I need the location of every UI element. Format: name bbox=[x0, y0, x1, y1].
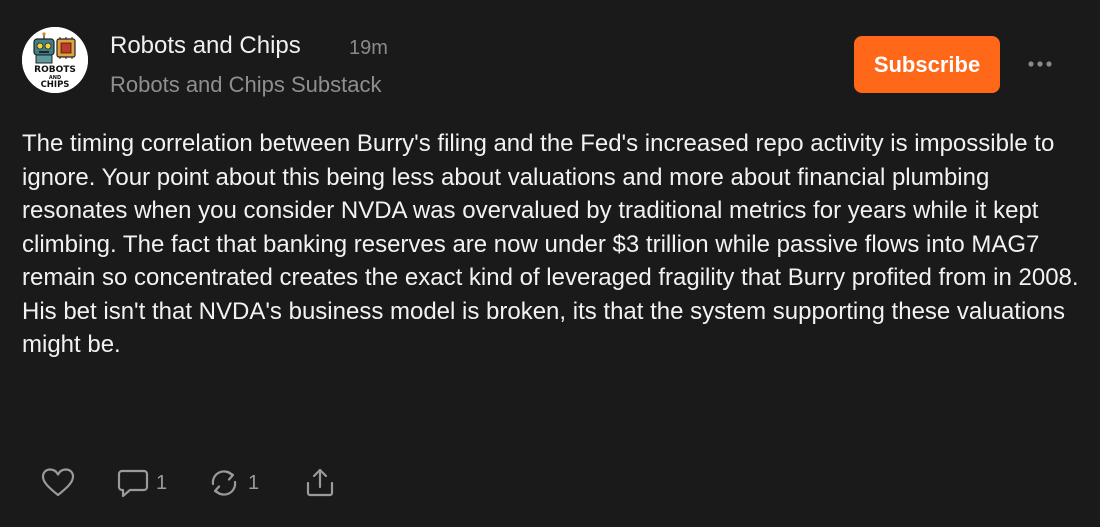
svg-text:ROBOTS: ROBOTS bbox=[34, 65, 76, 75]
publication-name[interactable]: Robots and Chips bbox=[110, 32, 301, 60]
like-button[interactable] bbox=[40, 466, 76, 500]
post-timestamp: 19m bbox=[349, 37, 388, 59]
robots-and-chips-logo: ROBOTS AND CHIPS bbox=[22, 27, 88, 93]
publication-avatar[interactable]: ROBOTS AND CHIPS bbox=[22, 27, 88, 93]
restack-icon bbox=[211, 470, 237, 496]
post-body: The timing correlation between Burry's f… bbox=[22, 130, 1079, 358]
share-icon bbox=[306, 468, 334, 497]
subscribe-button[interactable]: Subscribe bbox=[854, 36, 1000, 93]
publication-subtitle[interactable]: Robots and Chips Substack bbox=[110, 72, 382, 98]
share-button[interactable] bbox=[302, 466, 338, 500]
heart-icon bbox=[41, 468, 75, 497]
comment-button[interactable]: 1 bbox=[116, 466, 167, 500]
note-post: ROBOTS AND CHIPS Robots and Chips 19m Ro… bbox=[0, 0, 1100, 527]
comment-icon bbox=[117, 469, 149, 498]
restack-button[interactable]: 1 bbox=[206, 466, 259, 500]
svg-text:CHIPS: CHIPS bbox=[41, 80, 70, 90]
more-options-icon[interactable] bbox=[1026, 54, 1054, 74]
comment-count: 1 bbox=[156, 471, 168, 494]
restack-count: 1 bbox=[248, 471, 260, 494]
